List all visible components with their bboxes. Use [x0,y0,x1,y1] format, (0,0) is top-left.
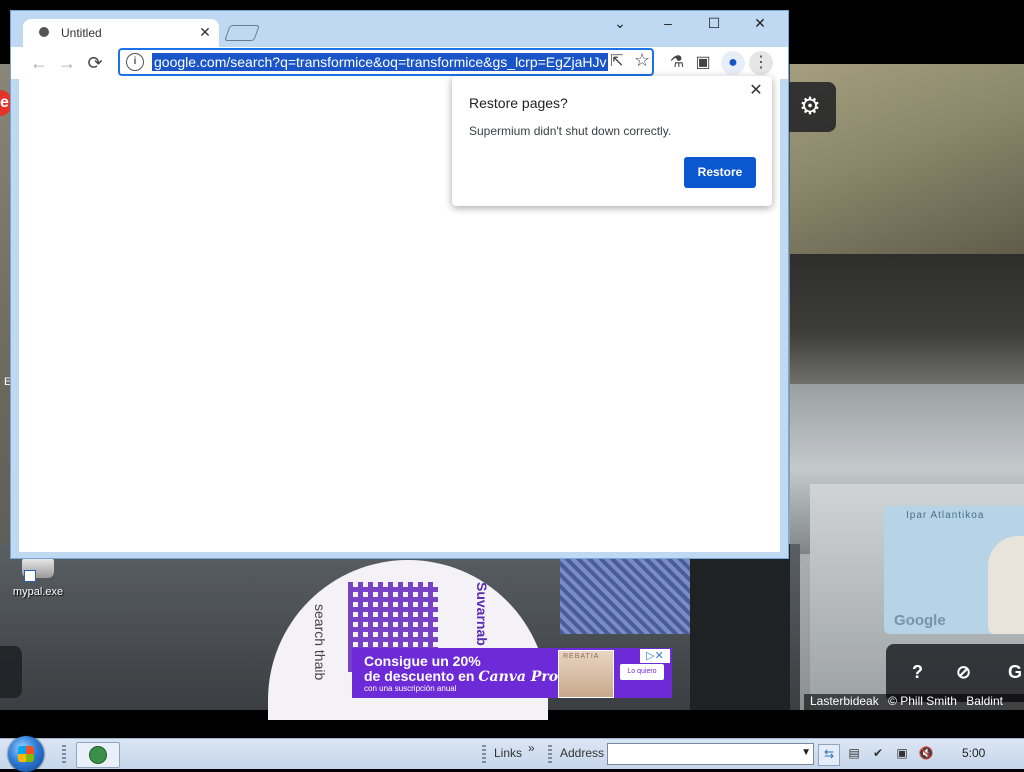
links-toolbar[interactable]: Links [494,746,522,760]
minimap[interactable]: Ipar Atlantikoa Google [884,506,1024,634]
attribution-shortcuts[interactable]: Lasterbideak [810,694,879,708]
map-label: Ipar Atlantikoa [906,510,985,521]
document-icon[interactable]: ▤ [846,745,862,761]
ad-line3: con una suscripción anual [364,684,457,693]
back-arrow-icon[interactable]: ← [27,51,51,75]
map-land [988,536,1024,634]
bg-shadow [690,544,790,710]
url-text[interactable]: google.com/search?q=transformice&oq=tran… [152,53,608,71]
dialog-title: Restore pages? [469,95,568,111]
tab-untitled[interactable]: Untitled ✕ [23,19,219,47]
attribution-author: © Phill Smith [888,694,957,708]
tab-close-icon[interactable]: ✕ [197,24,213,41]
address-bar[interactable]: i google.com/search?q=transformice&oq=tr… [118,48,654,76]
ad-line1: Consigue un 20% [364,653,481,669]
shield-check-icon[interactable]: ✔ [870,745,886,761]
dropdown-arrow-icon[interactable]: ▼ [801,747,811,758]
ad-banner[interactable]: Consigue un 20% de descuento en Canva Pr… [352,648,672,698]
ad-line2: de descuento en Canva Pro [364,668,558,685]
mypal-icon [22,556,54,582]
browser-toolbar: ← → ⟳ i google.com/search?q=transformice… [11,47,788,79]
help-button[interactable]: ? [912,662,923,683]
address-input[interactable]: ▼ [607,743,814,765]
ad-brand: Canva Pro [478,669,559,685]
ad-close-icon[interactable]: ▷✕ [640,649,670,663]
desktop-icon-mypal[interactable]: mypal.exe [6,556,70,598]
share-icon[interactable]: ⇱ [610,51,623,71]
ad-photo: REBATIA [558,650,614,698]
left-control[interactable] [0,646,22,698]
globe-icon [39,27,49,37]
restore-pages-dialog: Restore pages? Supermium didn't shut dow… [452,76,772,206]
clock[interactable]: 5:00 [962,746,985,760]
reload-icon[interactable]: ⟳ [83,51,107,75]
profile-icon[interactable]: ● [721,51,745,75]
ad-photo-label: REBATIA [563,653,600,660]
kebab-menu-icon[interactable]: ⋮ [749,51,773,75]
desktop-icon-label: mypal.exe [12,586,64,598]
bg-panel [790,254,1024,384]
flask-icon[interactable]: ⚗ [665,51,689,75]
new-tab-button[interactable] [224,25,260,41]
tab-search-button[interactable]: ⌄ [597,11,643,37]
close-button[interactable]: ✕ [737,11,783,37]
network-icon[interactable]: ▣ [894,745,910,761]
sign-text: Suvarnab [474,582,490,646]
attribution-terms[interactable]: Baldint [966,694,1003,708]
gs-button[interactable]: G [1008,662,1022,683]
taskbar: Links » Address ▼ ⇆ ▤ ✔ ▣ 🔇 5:00 [0,736,1024,772]
go-button[interactable]: ⇆ [818,744,840,766]
taskbar-grip[interactable] [62,745,66,763]
settings-button[interactable]: ⚙ [784,82,836,132]
restore-button[interactable]: Restore [684,157,756,188]
volume-muted-icon[interactable]: 🔇 [918,745,934,761]
ad-cta-button[interactable]: Lo quiero [620,664,664,680]
tab-strip: Untitled ✕ ⌄ – ☐ ✕ [11,11,788,47]
cast-icon[interactable]: ▣ [691,51,715,75]
taskbar-app-button[interactable] [76,742,120,768]
forward-arrow-icon[interactable]: → [55,51,79,75]
dialog-message: Supermium didn't shut down correctly. [469,124,672,138]
start-button[interactable] [8,736,44,772]
star-icon[interactable]: ☆ [634,50,650,71]
windows-logo-icon [18,746,34,762]
info-icon[interactable]: i [126,53,144,71]
google-logo: Google [894,612,946,629]
links-chevron-icon[interactable]: » [528,741,535,755]
tab-title: Untitled [61,26,102,40]
address-label: Address [560,746,605,760]
taskbar-grip[interactable] [548,745,552,763]
maximize-button[interactable]: ☐ [691,11,737,37]
compass-icon[interactable]: ⊘ [956,662,971,683]
close-icon[interactable]: ✕ [746,80,766,100]
sign-text: search thaib [312,604,328,681]
ad-line2-prefix: de descuento en [364,668,479,684]
minimize-button[interactable]: – [645,11,691,37]
attribution-bar: Lasterbideak © Phill Smith Baldint [804,694,1024,710]
taskbar-grip[interactable] [482,745,486,763]
app-icon [89,746,107,764]
gear-icon: ⚙ [799,93,821,120]
